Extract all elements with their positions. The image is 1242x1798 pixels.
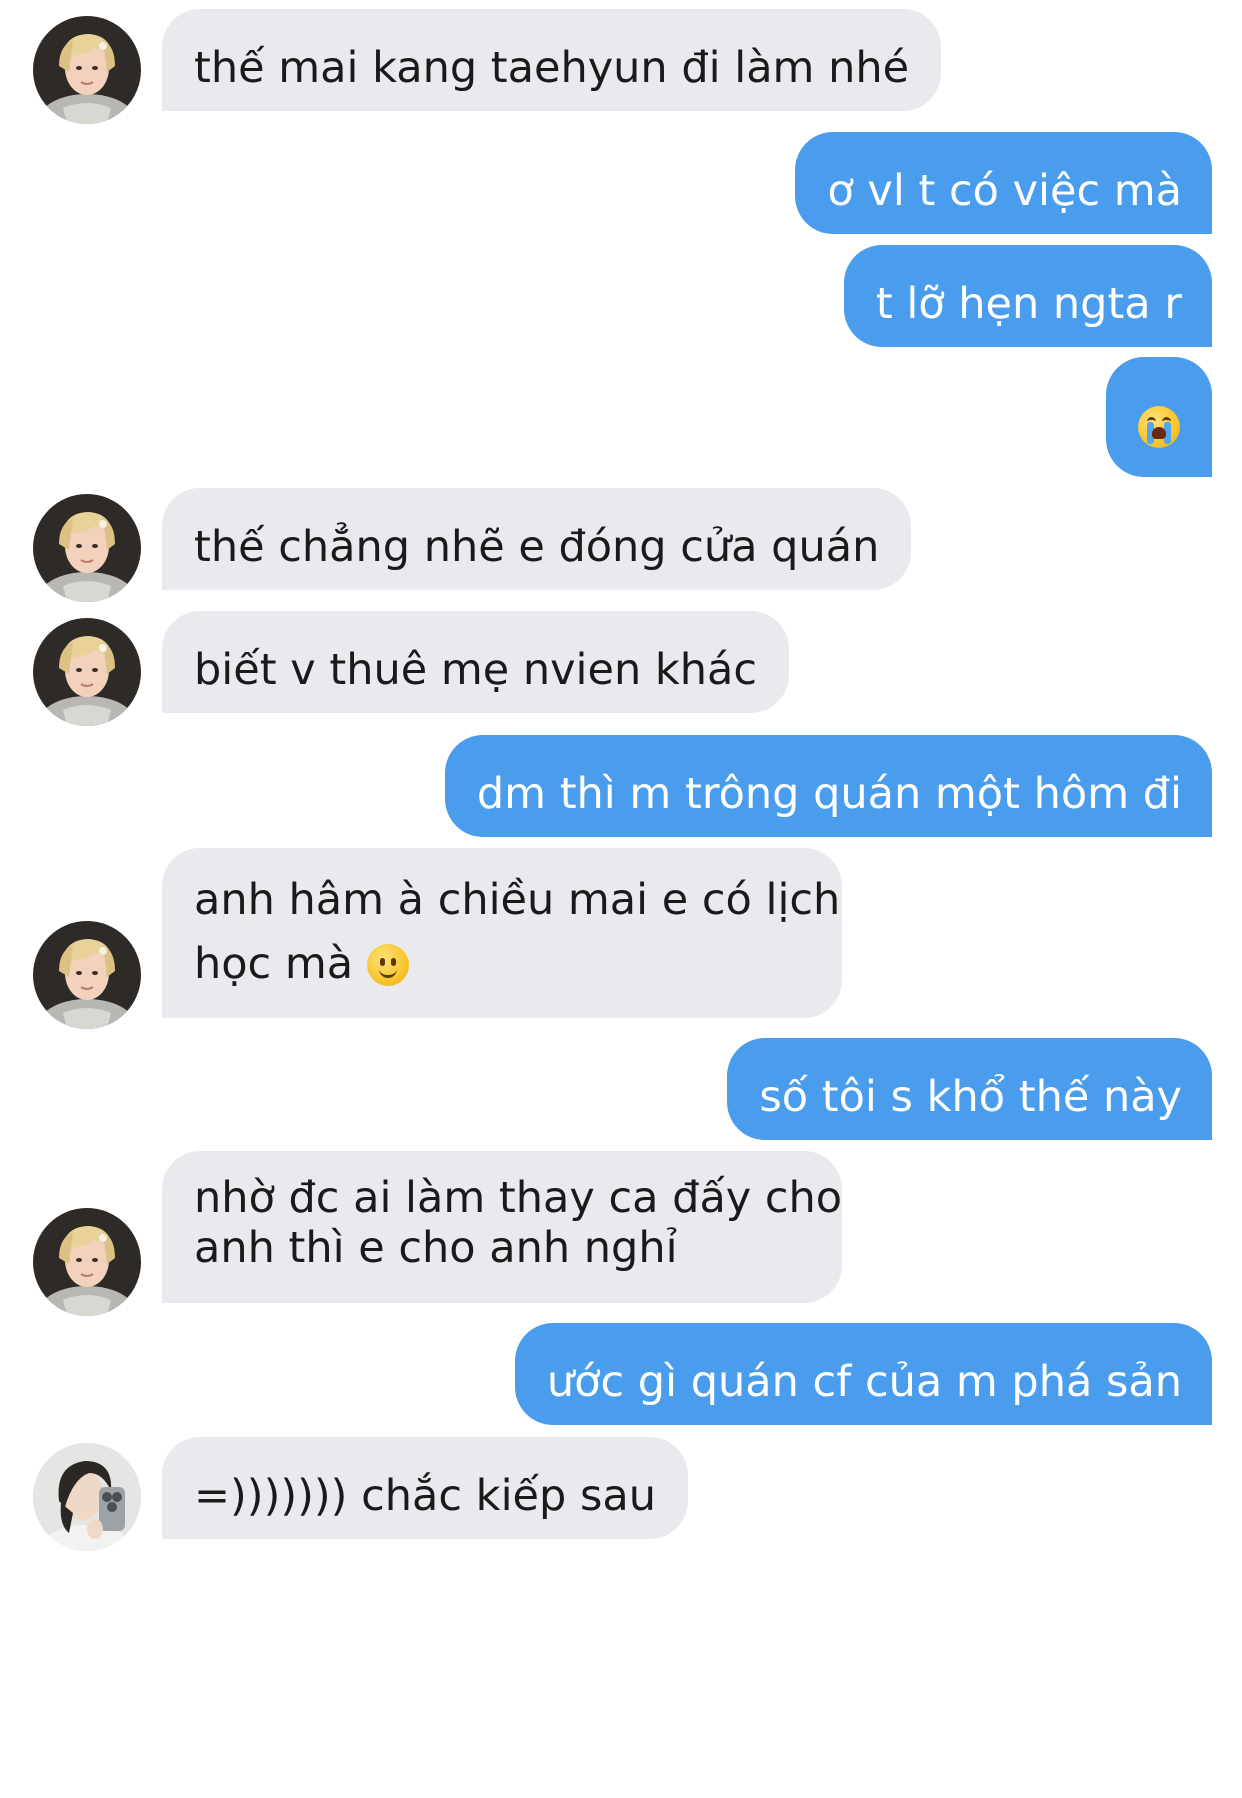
message-bubble-outgoing[interactable]: ơ vl t có việc mà <box>795 132 1212 234</box>
user-avatar[interactable] <box>33 1443 141 1551</box>
message-bubble-outgoing[interactable]: ước gì quán cf của m phá sản <box>514 1323 1212 1425</box>
message-bubble-incoming[interactable]: thế mai kang taehyun đi làm nhé <box>162 9 942 111</box>
message-text-line-1: anh hâm à chiều mai e có lịch <box>194 875 841 925</box>
message-text: thế mai kang taehyun đi làm nhé <box>194 43 910 93</box>
message-bubble-outgoing[interactable]: số tôi s khổ thế này <box>727 1038 1212 1140</box>
message-text: ước gì quán cf của m phá sản <box>546 1357 1182 1407</box>
avatar-image <box>33 1208 141 1316</box>
message-text: số tôi s khổ thế này <box>759 1072 1182 1122</box>
contact-avatar[interactable] <box>33 618 141 726</box>
avatar-image <box>33 1443 141 1551</box>
message-bubble-outgoing[interactable] <box>1106 357 1212 477</box>
avatar-image <box>33 921 141 1029</box>
loudly-crying-face-icon <box>1138 405 1180 448</box>
message-bubble-outgoing[interactable]: t lỡ hẹn ngta r <box>843 245 1212 347</box>
message-text: =))))))) chắc kiếp sau <box>194 1471 656 1521</box>
avatar-image <box>33 16 141 124</box>
message-text: thế chẳng nhẽ e đóng cửa quán <box>194 522 880 572</box>
message-bubble-incoming[interactable]: thế chẳng nhẽ e đóng cửa quán <box>162 488 912 590</box>
contact-avatar[interactable] <box>33 494 141 602</box>
message-text: dm thì m trông quán một hôm đi <box>476 769 1182 819</box>
message-text-line-1: nhờ đc ai làm thay ca đấy cho <box>194 1173 843 1223</box>
message-text-line-2: học mà <box>194 932 810 996</box>
message-bubble-incoming[interactable]: biết v thuê mẹ nvien khác <box>162 611 790 713</box>
contact-avatar[interactable] <box>33 1208 141 1316</box>
contact-avatar[interactable] <box>33 921 141 1029</box>
message-text: t lỡ hẹn ngta r <box>875 279 1182 329</box>
slightly-smiling-face-icon <box>366 944 409 986</box>
avatar-image <box>33 494 141 602</box>
message-bubble-incoming[interactable]: nhờ đc ai làm thay ca đấy cho anh thì e … <box>162 1151 842 1303</box>
message-text: biết v thuê mẹ nvien khác <box>194 645 758 695</box>
message-text-line-2: anh thì e cho anh nghỉ <box>194 1223 678 1273</box>
message-bubble-incoming[interactable]: =))))))) chắc kiếp sau <box>162 1437 688 1539</box>
contact-avatar[interactable] <box>33 16 141 124</box>
message-text: ơ vl t có việc mà <box>827 166 1182 216</box>
message-bubble-outgoing[interactable]: dm thì m trông quán một hôm đi <box>444 735 1212 837</box>
message-bubble-incoming[interactable]: anh hâm à chiều mai e có lịch học mà <box>162 848 842 1018</box>
avatar-image <box>33 618 141 726</box>
